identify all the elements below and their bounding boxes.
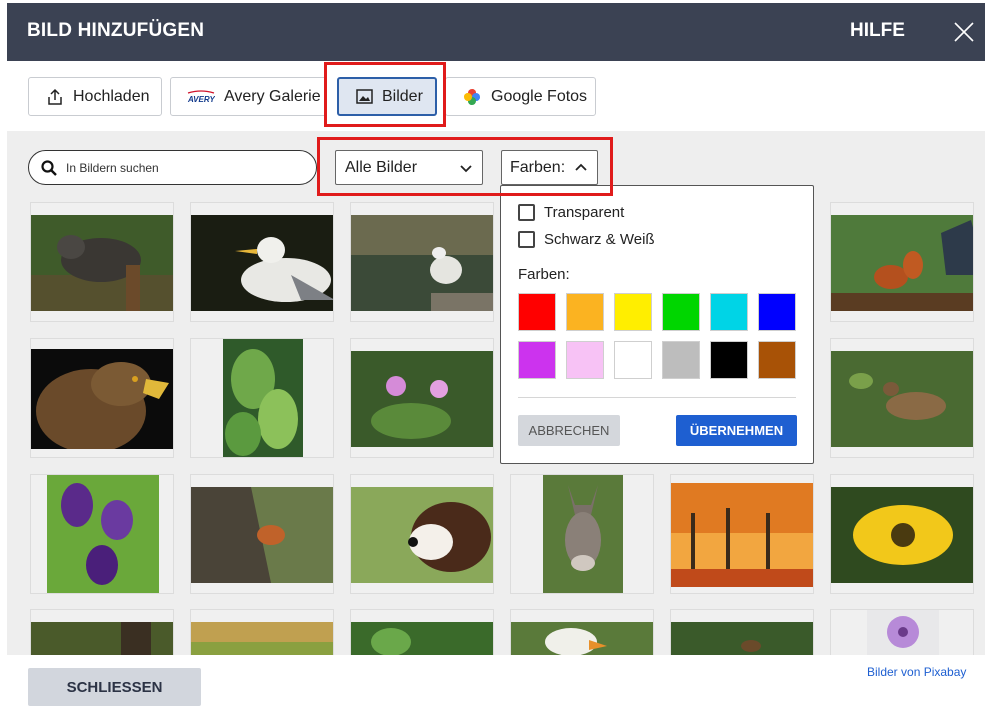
gallery-image-yellow-flower[interactable] — [830, 474, 974, 594]
tulips-image — [47, 475, 159, 593]
gallery-image-squirrel-tree[interactable] — [190, 474, 334, 594]
chevron-down-icon — [460, 165, 472, 173]
squirrel-tree-image — [191, 487, 333, 583]
gallery-image-row4-6[interactable] — [830, 609, 974, 655]
color-swatch[interactable] — [518, 341, 556, 379]
color-swatch[interactable] — [518, 293, 556, 331]
close-icon[interactable] — [953, 21, 975, 43]
gallery-image-row4-1[interactable] — [30, 609, 174, 655]
gallery-image-tulips[interactable] — [30, 474, 174, 594]
gallery-image-donkey[interactable] — [510, 474, 654, 594]
gallery-image-seagull-water[interactable] — [350, 202, 494, 322]
color-swatch[interactable] — [758, 341, 796, 379]
duck-image — [831, 351, 973, 447]
image-filter-select[interactable]: Alle Bilder — [335, 150, 483, 185]
gallery-image-duck[interactable] — [830, 338, 974, 458]
image-icon — [356, 89, 373, 104]
search-placeholder: In Bildern suchen — [66, 160, 159, 175]
upload-icon — [46, 88, 64, 106]
color-swatch[interactable] — [566, 341, 604, 379]
plant-image — [351, 622, 493, 655]
close-button[interactable]: SCHLIESSEN — [28, 668, 201, 706]
gallery-image-autumn-painting[interactable] — [670, 474, 814, 594]
tab-label: Avery Galerie — [224, 87, 321, 105]
tab-avery-galerie[interactable]: AVERY Avery Galerie — [170, 77, 327, 116]
tab-label: Bilder — [382, 87, 423, 105]
image-browser: In Bildern suchen Alle Bilder Farben: Tr… — [7, 131, 985, 655]
green-image — [671, 622, 813, 655]
dialog-header: BILD HINZUFÜGEN HILFE — [7, 3, 985, 61]
google-photos-icon — [462, 87, 482, 107]
color-swatch[interactable] — [662, 341, 700, 379]
color-swatch[interactable] — [710, 293, 748, 331]
dog-image — [351, 487, 493, 583]
squirrel-feeder-image — [831, 215, 973, 311]
gallery-image-row4-2[interactable] — [190, 609, 334, 655]
tab-bilder[interactable]: Bilder — [337, 77, 437, 116]
dialog-footer: SCHLIESSEN Bilder von Pixabay — [0, 655, 991, 711]
gallery-image-row4-3[interactable] — [350, 609, 494, 655]
purple-flower-image — [867, 610, 939, 655]
color-swatch[interactable] — [758, 293, 796, 331]
avery-logo-icon: AVERY — [187, 89, 215, 104]
tab-google-fotos[interactable]: Google Fotos — [445, 77, 596, 116]
bear-image — [31, 215, 173, 311]
seagull-water-image — [351, 215, 493, 311]
seagull-image — [191, 215, 333, 311]
color-swatch[interactable] — [662, 293, 700, 331]
gallery-image-squirrel-feeder[interactable] — [830, 202, 974, 322]
gallery-image-dog[interactable] — [350, 474, 494, 594]
cancel-button[interactable]: ABBRECHEN — [518, 415, 620, 446]
tab-hochladen[interactable]: Hochladen — [28, 77, 162, 116]
source-tabs: Hochladen AVERY Avery Galerie Bilder Goo… — [0, 61, 991, 131]
eagle-image — [31, 349, 173, 449]
autumn-painting-image — [671, 483, 813, 587]
black-white-checkbox[interactable]: Schwarz & Weiß — [518, 231, 655, 248]
color-swatch[interactable] — [614, 293, 652, 331]
gallery-image-flowers-pink[interactable] — [350, 338, 494, 458]
search-input[interactable]: In Bildern suchen — [28, 150, 317, 185]
gallery-image-row4-5[interactable] — [670, 609, 814, 655]
colors-dropdown-button[interactable]: Farben: — [501, 150, 598, 185]
flowers-pink-image — [351, 351, 493, 447]
dialog-title: BILD HINZUFÜGEN — [27, 20, 205, 41]
apply-button[interactable]: ÜBERNEHMEN — [676, 415, 797, 446]
checkbox-label: Transparent — [544, 204, 625, 221]
color-swatch[interactable] — [614, 341, 652, 379]
donkey-image — [543, 475, 623, 593]
tab-label: Google Fotos — [491, 87, 588, 105]
help-link[interactable]: HILFE — [850, 20, 905, 42]
checkbox-label: Schwarz & Weiß — [544, 231, 655, 248]
gallery-image-leaves[interactable] — [190, 338, 334, 458]
leaves-image — [223, 339, 303, 457]
pixabay-credit-link[interactable]: Bilder von Pixabay — [867, 665, 966, 679]
color-filter-popup: Transparent Schwarz & Weiß Farben: ABBRE… — [500, 185, 814, 464]
gallery-image-seagull[interactable] — [190, 202, 334, 322]
color-swatch[interactable] — [566, 293, 604, 331]
chevron-up-icon — [575, 163, 587, 171]
divider — [518, 397, 796, 398]
colors-button-label: Farben: — [510, 158, 566, 176]
search-icon — [41, 159, 57, 176]
meadow-image — [191, 622, 333, 655]
colors-label: Farben: — [518, 266, 570, 283]
filter-value: Alle Bilder — [345, 158, 418, 176]
transparent-checkbox[interactable]: Transparent — [518, 204, 624, 221]
checkbox-box[interactable] — [518, 204, 535, 221]
goose-image — [511, 622, 653, 655]
tab-label: Hochladen — [73, 87, 150, 105]
checkbox-box[interactable] — [518, 231, 535, 248]
forest-image — [31, 622, 173, 655]
color-swatch[interactable] — [710, 341, 748, 379]
avery-logo-text: AVERY — [187, 95, 215, 104]
yellow-flower-image — [831, 487, 973, 583]
gallery-image-bear[interactable] — [30, 202, 174, 322]
gallery-image-row4-4[interactable] — [510, 609, 654, 655]
gallery-image-eagle[interactable] — [30, 338, 174, 458]
